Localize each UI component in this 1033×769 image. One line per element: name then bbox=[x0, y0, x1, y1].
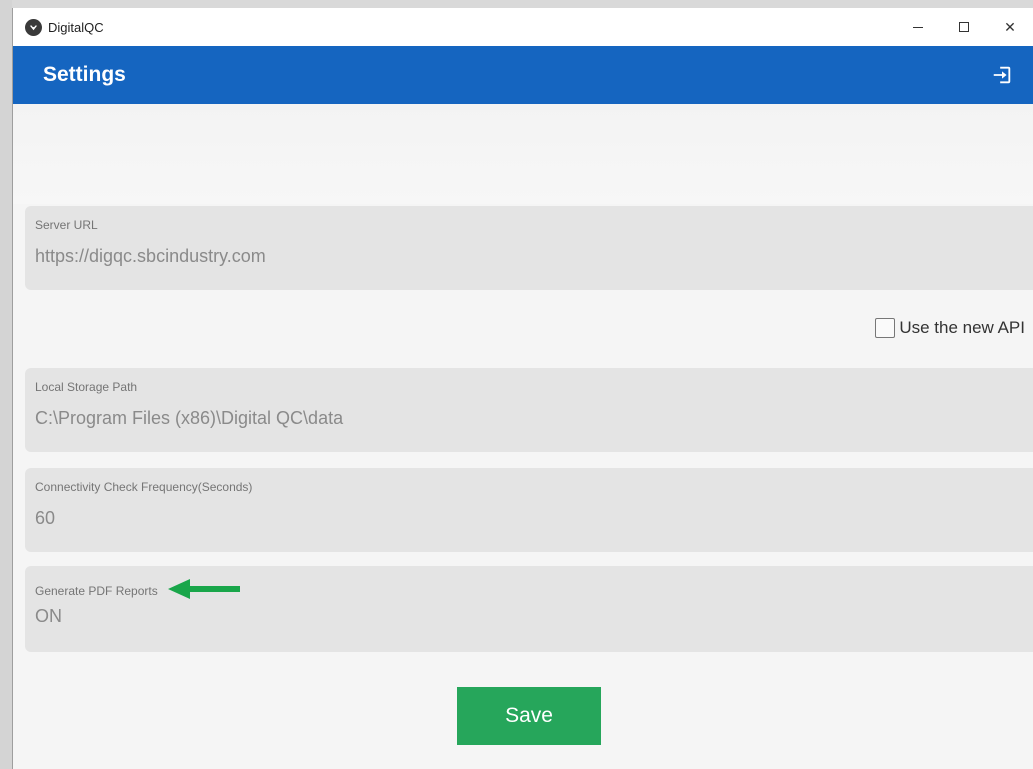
server-url-field[interactable]: Server URL https://digqc.sbcindustry.com bbox=[25, 206, 1033, 290]
use-new-api-label: Use the new API bbox=[899, 318, 1025, 337]
window-title: DigitalQC bbox=[48, 19, 104, 35]
minimize-icon bbox=[913, 26, 923, 28]
server-url-value: https://digqc.sbcindustry.com bbox=[35, 246, 266, 266]
page-title: Settings bbox=[43, 63, 126, 86]
background-desktop-edge bbox=[0, 0, 12, 769]
window-titlebar[interactable]: DigitalQC ✕ bbox=[13, 8, 1033, 46]
app-bar: Settings bbox=[13, 46, 1033, 104]
generate-pdf-reports-label-row: Generate PDF Reports bbox=[35, 578, 242, 603]
generate-pdf-reports-field[interactable]: Generate PDF Reports ON bbox=[25, 566, 1033, 652]
generate-pdf-reports-label: Generate PDF Reports bbox=[35, 583, 158, 598]
maximize-icon bbox=[959, 22, 969, 32]
use-new-api-option[interactable]: Use the new API bbox=[875, 318, 1025, 338]
save-button[interactable]: Save bbox=[457, 687, 601, 745]
logout-button[interactable] bbox=[989, 62, 1015, 88]
local-storage-path-label: Local Storage Path bbox=[35, 380, 138, 394]
generate-pdf-reports-value: ON bbox=[35, 606, 62, 626]
logout-icon bbox=[993, 66, 1011, 84]
green-arrow-icon bbox=[167, 578, 242, 603]
use-new-api-checkbox[interactable] bbox=[875, 318, 896, 338]
digitalqc-logo-icon bbox=[25, 18, 42, 36]
server-url-label: Server URL bbox=[35, 218, 98, 232]
settings-content: Server URL https://digqc.sbcindustry.com… bbox=[13, 104, 1033, 769]
close-icon: ✕ bbox=[1004, 18, 1016, 35]
window-controls: ✕ bbox=[895, 8, 1033, 46]
connectivity-frequency-value: 60 bbox=[35, 508, 56, 528]
local-storage-path-field[interactable]: Local Storage Path C:\Program Files (x86… bbox=[25, 368, 1033, 452]
background-desktop-strip bbox=[0, 0, 1033, 8]
app-window: DigitalQC ✕ Settings Server URL https://… bbox=[12, 8, 1033, 769]
connectivity-frequency-label: Connectivity Check Frequency(Seconds) bbox=[35, 480, 253, 494]
maximize-button[interactable] bbox=[941, 8, 987, 46]
connectivity-frequency-field[interactable]: Connectivity Check Frequency(Seconds) 60 bbox=[25, 468, 1033, 552]
header-spacer bbox=[13, 104, 1033, 204]
local-storage-path-value: C:\Program Files (x86)\Digital QC\data bbox=[35, 408, 344, 428]
minimize-button[interactable] bbox=[895, 8, 941, 46]
close-button[interactable]: ✕ bbox=[987, 8, 1033, 46]
